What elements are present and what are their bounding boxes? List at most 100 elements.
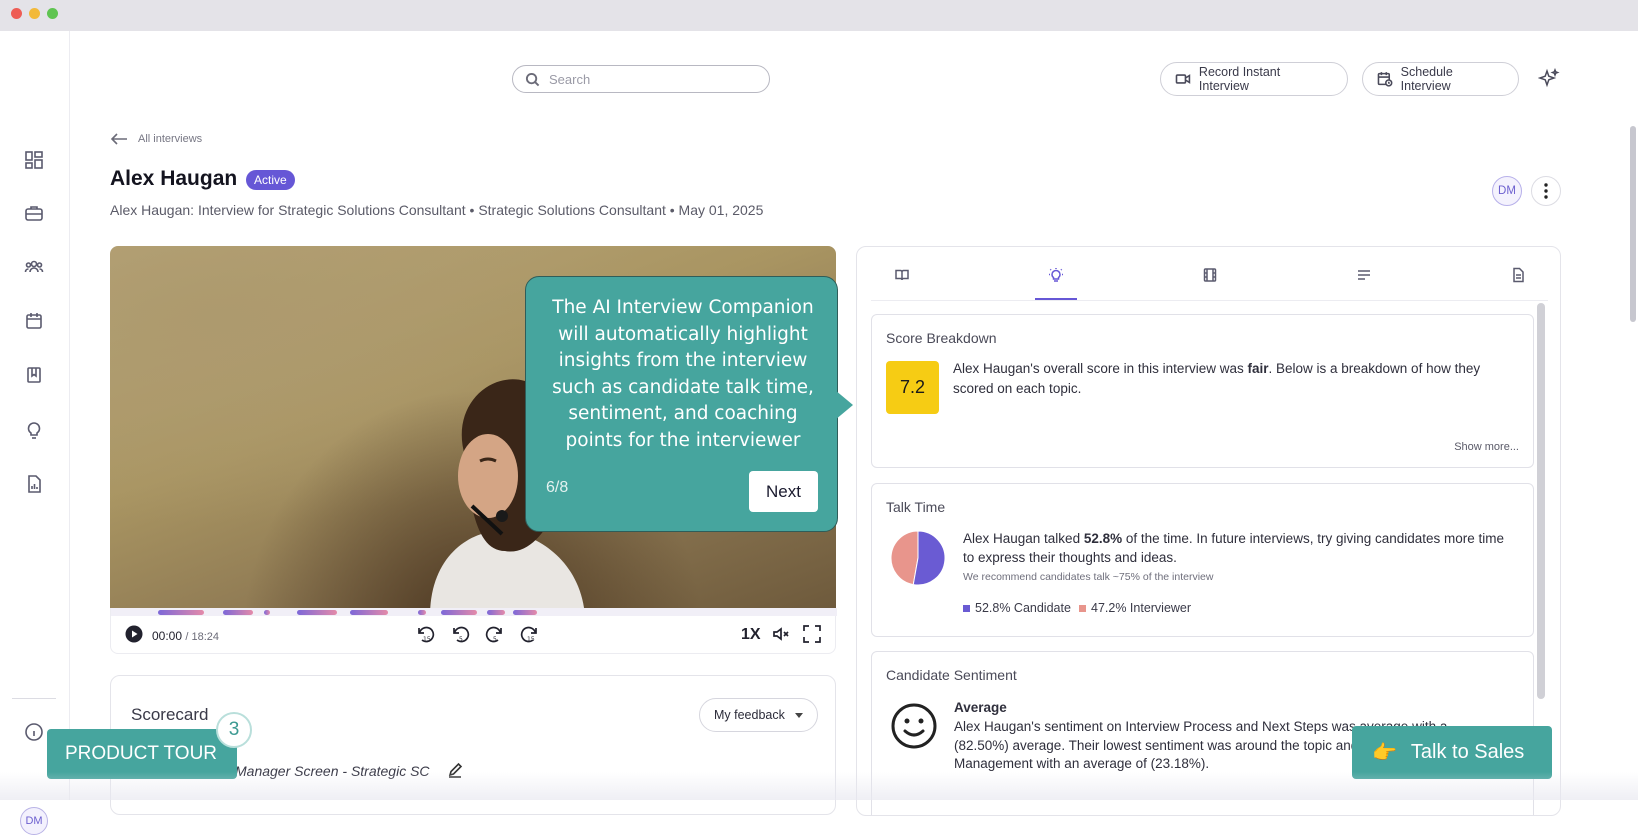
briefcase-icon[interactable] xyxy=(22,201,46,225)
playback-speed-button[interactable]: 1X xyxy=(741,626,761,644)
video-duration: / 18:24 xyxy=(185,631,220,643)
video-controls: 00:00 / 18:24 15 5 5 15 1X xyxy=(110,608,837,654)
scorecard-title: Scorecard xyxy=(131,705,209,724)
report-icon[interactable] xyxy=(22,472,46,496)
highlight-segment[interactable] xyxy=(441,610,477,615)
talk-time-card: Talk Time Alex Haugan talked 52.8% of th… xyxy=(871,483,1534,637)
tab-insights[interactable] xyxy=(1041,263,1071,287)
status-badge: Active xyxy=(246,170,295,190)
highlight-segment[interactable] xyxy=(418,610,426,615)
legend-candidate: 52.8% Candidate xyxy=(963,601,1071,615)
highlight-segment[interactable] xyxy=(264,610,270,615)
film-icon xyxy=(1203,268,1217,282)
ai-sparkle-button[interactable] xyxy=(1537,67,1560,90)
interview-subtitle: Alex Haugan: Interview for Strategic Sol… xyxy=(110,202,764,218)
close-window-button[interactable] xyxy=(11,8,22,19)
svg-text:5: 5 xyxy=(459,636,463,643)
talk-percentage: 52.8% xyxy=(1083,531,1123,546)
highlight-segment[interactable] xyxy=(487,610,505,615)
product-tour-button[interactable]: PRODUCT TOUR xyxy=(47,729,237,779)
tab-recordings[interactable] xyxy=(1195,263,1225,287)
calendar-icon[interactable] xyxy=(22,309,46,333)
talk-to-sales-button[interactable]: 👉 Talk to Sales xyxy=(1352,726,1552,779)
rewind-5-icon: 5 xyxy=(453,626,470,643)
minimize-window-button[interactable] xyxy=(29,8,40,19)
lightbulb-icon[interactable] xyxy=(22,418,46,442)
tooltip-pointer xyxy=(835,390,853,420)
pencil-icon xyxy=(448,762,463,778)
forward-15-button[interactable]: 15 xyxy=(520,624,540,644)
record-instant-interview-button[interactable]: Record Instant Interview xyxy=(1160,62,1348,96)
highlight-segment[interactable] xyxy=(513,610,537,615)
product-tour-tooltip: The AI Interview Companion will automati… xyxy=(525,276,838,532)
play-icon xyxy=(125,625,143,643)
interviewer-avatar[interactable]: DM xyxy=(1492,176,1522,206)
scorecard-item-title: Manager Screen - Strategic SC xyxy=(235,763,430,779)
score-rating: fair xyxy=(1247,361,1269,376)
interviewer-slice xyxy=(890,530,919,586)
chevron-down-icon xyxy=(794,712,803,718)
tooltip-next-button[interactable]: Next xyxy=(749,471,818,512)
panel-scrollbar[interactable] xyxy=(1537,303,1545,699)
sparkle-icon xyxy=(1537,67,1560,88)
neutral-face-icon xyxy=(891,703,937,749)
video-camera-icon xyxy=(1175,74,1191,84)
talk-time-recommendation: We recommend candidates talk ~75% of the… xyxy=(963,571,1214,583)
talk-time-title: Talk Time xyxy=(886,499,946,515)
forward-15-icon: 15 xyxy=(520,626,537,643)
document-icon xyxy=(1513,267,1524,283)
sidebar: DM xyxy=(0,31,70,835)
play-button[interactable] xyxy=(124,624,144,644)
forward-5-button[interactable]: 5 xyxy=(485,624,505,644)
interviewer-legend-swatch xyxy=(1079,604,1086,612)
tooltip-message: The AI Interview Companion will automati… xyxy=(552,297,814,451)
edit-scorecard-button[interactable] xyxy=(447,762,463,778)
book-icon[interactable] xyxy=(22,363,46,387)
video-timeline[interactable] xyxy=(111,608,837,616)
feedback-filter-label: My feedback xyxy=(714,708,785,722)
schedule-interview-button[interactable]: Schedule Interview xyxy=(1362,62,1519,96)
talk-text-prefix: Alex Haugan talked xyxy=(963,531,1084,546)
mute-button[interactable] xyxy=(771,624,791,644)
user-avatar[interactable]: DM xyxy=(20,807,48,835)
interviewer-legend-label: 47.2% Interviewer xyxy=(1091,601,1192,615)
search-icon xyxy=(525,72,540,86)
highlight-segment[interactable] xyxy=(158,610,204,615)
score-show-more-link[interactable]: Show more... xyxy=(1454,441,1519,453)
rewind-15-button[interactable]: 15 xyxy=(415,624,435,644)
page-scrollbar[interactable] xyxy=(1630,126,1636,322)
feedback-filter-dropdown[interactable]: My feedback xyxy=(699,698,818,732)
tab-summary[interactable] xyxy=(887,263,917,287)
pointing-hand-icon: 👉 xyxy=(1372,742,1397,764)
talk-time-pie-chart xyxy=(890,530,946,586)
maximize-window-button[interactable] xyxy=(47,8,58,19)
dashboard-icon[interactable] xyxy=(22,148,46,172)
svg-text:15: 15 xyxy=(527,636,535,643)
more-options-button[interactable] xyxy=(1531,176,1561,206)
lightbulb-icon xyxy=(1049,268,1063,282)
back-to-all-interviews-link[interactable]: All interviews xyxy=(110,132,202,146)
legend-interviewer: 47.2% Interviewer xyxy=(1079,601,1191,615)
tab-notes[interactable] xyxy=(1503,263,1533,287)
highlight-segment[interactable] xyxy=(297,610,337,615)
search-input[interactable] xyxy=(549,71,749,87)
highlight-segment[interactable] xyxy=(223,610,253,615)
team-icon[interactable] xyxy=(22,255,46,279)
talk-time-text: Alex Haugan talked 52.8% of the time. In… xyxy=(963,529,1518,567)
tooltip-step-counter: 6/8 xyxy=(546,479,569,496)
rewind-5-button[interactable]: 5 xyxy=(450,624,470,644)
score-text-prefix: Alex Haugan's overall score in this inte… xyxy=(953,361,1248,376)
candidate-slice xyxy=(912,530,946,586)
muted-speaker-icon xyxy=(773,627,789,641)
highlight-segment[interactable] xyxy=(350,610,388,615)
tab-transcript[interactable] xyxy=(1349,263,1379,287)
product-tour-label: PRODUCT TOUR xyxy=(65,743,218,764)
fullscreen-icon xyxy=(803,625,821,643)
info-icon[interactable] xyxy=(22,720,46,744)
fullscreen-button[interactable] xyxy=(802,624,822,644)
tabs-divider xyxy=(871,300,1548,301)
video-timecode: 00:00 / 18:24 xyxy=(152,629,219,643)
score-breakdown-text: Alex Haugan's overall score in this inte… xyxy=(953,359,1513,399)
score-breakdown-card: Score Breakdown 7.2 Alex Haugan's overal… xyxy=(871,314,1534,468)
search-box[interactable] xyxy=(512,65,770,93)
